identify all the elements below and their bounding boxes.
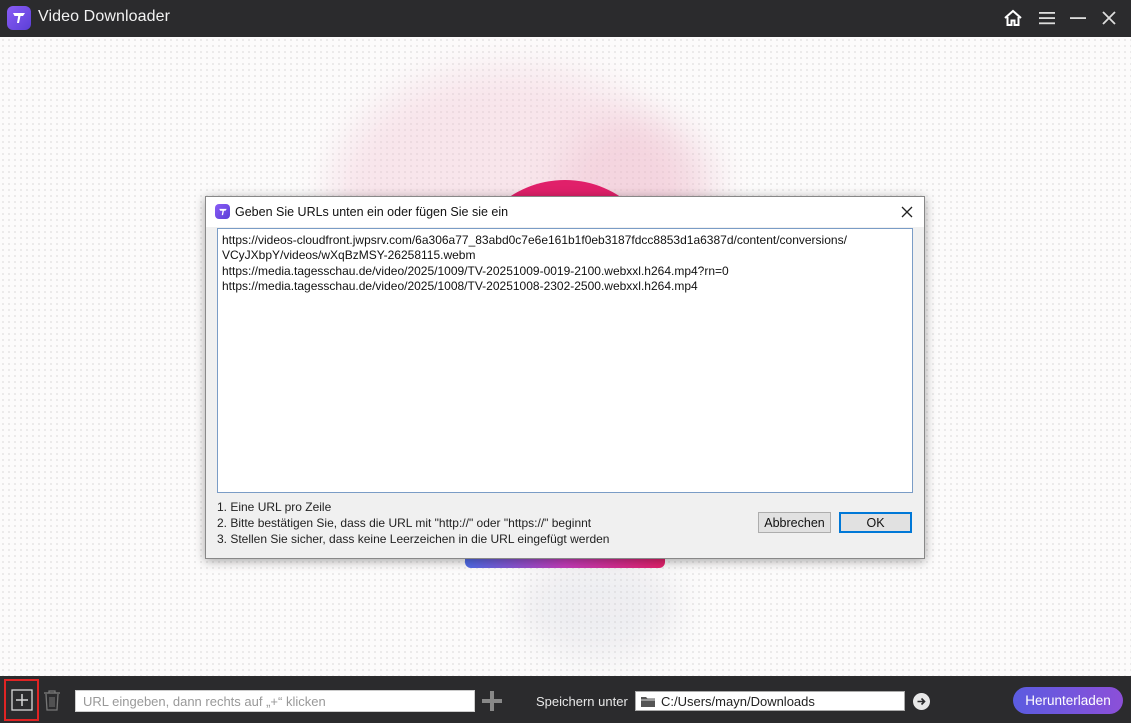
save-to-label: Speichern unter (536, 694, 628, 709)
hint-line: 2. Bitte bestätigen Sie, dass die URL mi… (217, 516, 592, 530)
download-button[interactable]: Herunterladen (1013, 687, 1123, 714)
hint-line: 1. Eine URL pro Zeile (217, 500, 332, 514)
url-line: https://media.tagesschau.de/video/2025/1… (222, 263, 729, 278)
url-line: VCyJXbpY/videos/wXqBzMSY-26258115.webm (222, 248, 476, 263)
trash-icon[interactable] (41, 688, 63, 712)
dialog-app-icon (215, 204, 230, 219)
url-input-dialog: Geben Sie URLs unten ein oder fügen Sie … (205, 196, 925, 559)
hint-line: 3. Stellen Sie sicher, dass keine Leerze… (217, 532, 610, 546)
dialog-title: Geben Sie URLs unten ein oder fügen Sie … (235, 205, 509, 219)
bottom-toolbar: Speichern unter C:/Users/mayn/Downloads … (0, 676, 1131, 723)
save-path-text: C:/Users/mayn/Downloads (661, 693, 815, 709)
add-urls-button[interactable] (4, 679, 39, 721)
save-path-field[interactable]: C:/Users/mayn/Downloads (635, 691, 905, 711)
url-textarea[interactable]: https://videos-cloudfront.jwpsrv.com/6a3… (217, 228, 913, 493)
menu-icon[interactable] (1033, 4, 1061, 32)
app-logo-icon (7, 6, 31, 30)
url-line: https://videos-cloudfront.jwpsrv.com/6a3… (222, 233, 847, 247)
open-folder-arrow-icon[interactable] (913, 693, 930, 710)
app-title: Video Downloader (38, 8, 171, 25)
dialog-title-bar: Geben Sie URLs unten ein oder fügen Sie … (206, 197, 924, 227)
dialog-hints: 1. Eine URL pro Zeile 2. Bitte bestätige… (217, 499, 609, 547)
title-bar: Video Downloader (0, 0, 1131, 37)
ok-button[interactable]: OK (839, 512, 912, 533)
home-icon[interactable] (999, 4, 1027, 32)
cancel-button[interactable]: Abbrechen (758, 512, 831, 533)
close-icon[interactable] (1095, 4, 1123, 32)
add-icon (10, 689, 33, 711)
url-line: https://media.tagesschau.de/video/2025/1… (222, 278, 698, 293)
folder-icon (641, 696, 655, 707)
plus-icon[interactable] (481, 690, 503, 712)
minimize-icon[interactable] (1064, 4, 1092, 32)
decorative-blob (520, 557, 680, 657)
url-input[interactable] (75, 690, 475, 712)
dialog-close-icon[interactable] (896, 201, 918, 223)
